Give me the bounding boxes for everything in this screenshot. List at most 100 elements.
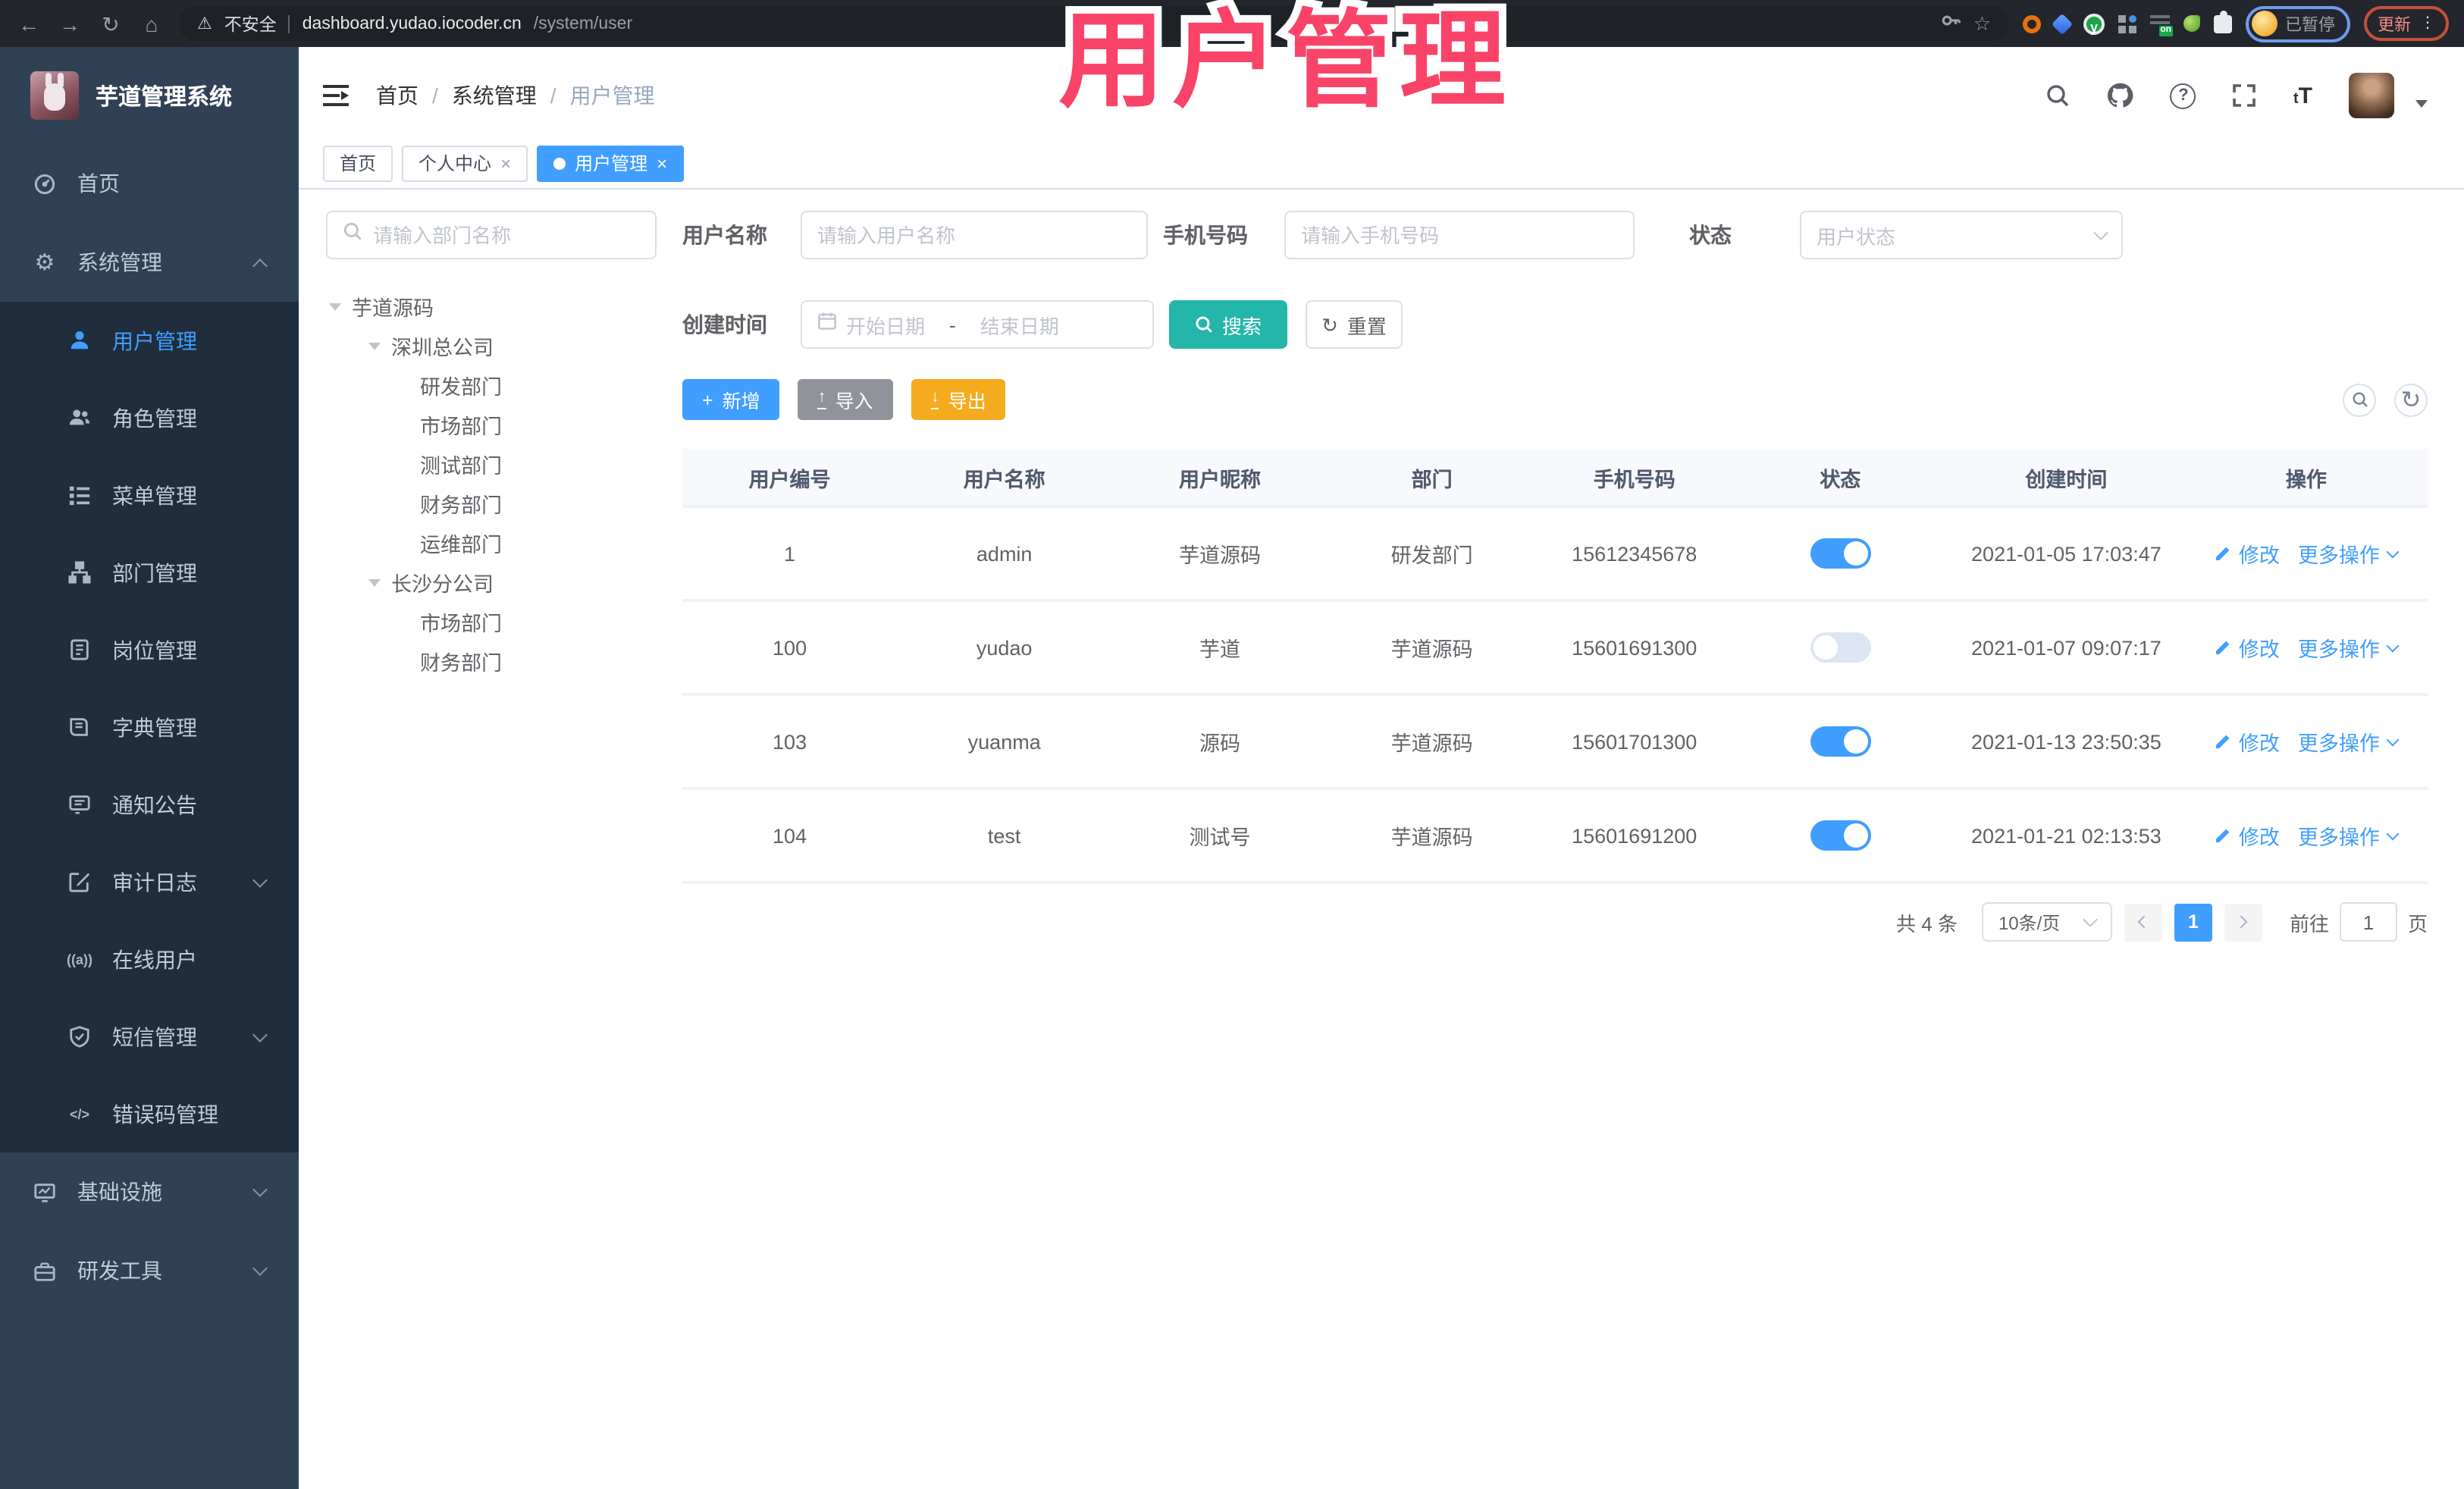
sidebar-item-post-mgmt[interactable]: 岗位管理: [0, 611, 299, 688]
status-select[interactable]: 用户状态: [1800, 211, 2123, 259]
tree-node[interactable]: 财务部门: [326, 484, 657, 523]
url-path[interactable]: /system/user: [534, 14, 632, 33]
modify-link[interactable]: 修改: [2215, 820, 2280, 851]
goto-page-input[interactable]: [2339, 902, 2397, 942]
sidebar-item-online-users[interactable]: ((a)) 在线用户: [0, 920, 299, 998]
url-host[interactable]: dashboard.yudao.iocoder.cn: [303, 14, 522, 33]
status-toggle[interactable]: [1810, 820, 1871, 851]
status-toggle[interactable]: [1810, 726, 1871, 757]
more-actions-link[interactable]: 更多操作: [2298, 632, 2400, 663]
extension-orange-icon[interactable]: [2023, 14, 2041, 33]
caret-down-icon[interactable]: [368, 342, 381, 350]
tree-node[interactable]: 财务部门: [326, 641, 657, 681]
sidebar-item-role-mgmt[interactable]: 角色管理: [0, 379, 299, 456]
date-range-field[interactable]: 开始日期 - 结束日期: [801, 300, 1154, 349]
prev-page-button[interactable]: [2124, 903, 2162, 941]
bookmark-star-icon[interactable]: ☆: [1973, 11, 1991, 36]
sidebar-logo[interactable]: 芋道管理系统: [0, 47, 299, 144]
sidebar-item-dev-tools[interactable]: 研发工具: [0, 1231, 299, 1310]
browser-profile-button[interactable]: 已暂停: [2246, 5, 2350, 42]
caret-down-icon[interactable]: [329, 303, 341, 310]
sidebar-item-dict-mgmt[interactable]: 字典管理: [0, 688, 299, 766]
extension-leaf-icon[interactable]: [2183, 15, 2200, 32]
tree-node[interactable]: 市场部门: [326, 405, 657, 444]
close-icon[interactable]: [500, 152, 511, 174]
date-end-placeholder[interactable]: 结束日期: [980, 310, 1059, 339]
forward-icon[interactable]: →: [56, 13, 83, 34]
tab-user-mgmt[interactable]: 用户管理: [537, 145, 685, 181]
calendar-icon: [817, 311, 837, 338]
font-size-icon[interactable]: tT: [2293, 84, 2312, 107]
tree-node[interactable]: 运维部门: [326, 523, 657, 563]
status-toggle[interactable]: [1810, 538, 1871, 569]
username-field[interactable]: [801, 211, 1148, 259]
search-icon[interactable]: [2046, 83, 2071, 108]
more-actions-link[interactable]: 更多操作: [2298, 538, 2400, 569]
sidebar-item-system[interactable]: ⚙ 系统管理: [0, 223, 299, 302]
sidebar-item-menu-mgmt[interactable]: 菜单管理: [0, 456, 299, 534]
tab-profile[interactable]: 个人中心: [402, 145, 528, 181]
extensions-puzzle-icon[interactable]: [2214, 10, 2232, 33]
cell-dept: 芋道源码: [1390, 732, 1473, 755]
sidebar-item-dept-mgmt[interactable]: 部门管理: [0, 534, 299, 611]
home-icon[interactable]: ⌂: [138, 13, 165, 34]
reload-icon[interactable]: ↻: [97, 13, 124, 34]
password-key-icon[interactable]: [1942, 10, 1961, 37]
modify-link[interactable]: 修改: [2215, 726, 2280, 757]
tree-node[interactable]: 市场部门: [326, 602, 657, 641]
sidebar-item-notice[interactable]: 通知公告: [0, 766, 299, 843]
sidebar-item-error-code[interactable]: </> 错误码管理: [0, 1075, 299, 1152]
close-icon[interactable]: [657, 152, 667, 174]
dept-search-input[interactable]: [373, 224, 640, 246]
tab-home[interactable]: 首页: [323, 145, 393, 181]
more-actions-link[interactable]: 更多操作: [2298, 820, 2400, 851]
tree-node[interactable]: 芋道源码: [326, 287, 657, 326]
sidebar-item-infrastructure[interactable]: 基础设施: [0, 1152, 299, 1231]
sidebar-item-audit-log[interactable]: 审计日志: [0, 843, 299, 920]
extension-list-icon[interactable]: on: [2150, 14, 2173, 36]
tree-node[interactable]: 测试部门: [326, 444, 657, 484]
reset-button[interactable]: ↻ 重置: [1306, 300, 1403, 349]
github-icon[interactable]: [2107, 82, 2134, 109]
sidebar-item-sms-mgmt[interactable]: 短信管理: [0, 998, 299, 1075]
add-button[interactable]: + 新增: [682, 379, 780, 420]
fullscreen-icon[interactable]: [2233, 83, 2257, 108]
import-button[interactable]: ↑ 导入: [798, 379, 893, 420]
breadcrumb-home[interactable]: 首页: [376, 80, 419, 111]
browser-update-menu-button[interactable]: 更新 ⋮: [2364, 6, 2449, 41]
security-label[interactable]: 不安全: [224, 11, 277, 36]
address-bar[interactable]: ⚠ 不安全 dashboard.yudao.iocoder.cn /system…: [179, 6, 2009, 41]
search-button[interactable]: 搜索: [1169, 300, 1287, 349]
mobile-field[interactable]: [1284, 211, 1635, 259]
download-icon: ↓: [930, 389, 939, 409]
sidebar-item-home[interactable]: 首页: [0, 144, 299, 223]
collapse-sidebar-icon[interactable]: [323, 85, 349, 106]
page-1-button[interactable]: 1: [2174, 903, 2212, 941]
avatar-caret-icon[interactable]: [2415, 99, 2428, 107]
tree-node[interactable]: 深圳总公司: [326, 326, 657, 365]
modify-link[interactable]: 修改: [2215, 538, 2280, 569]
help-icon[interactable]: ?: [2170, 83, 2196, 108]
extension-gem-icon[interactable]: [2051, 12, 2074, 35]
modify-link[interactable]: 修改: [2215, 632, 2280, 663]
extension-grid-icon[interactable]: [2118, 14, 2136, 33]
toggle-search-icon[interactable]: [2343, 383, 2376, 416]
status-toggle[interactable]: [1810, 632, 1871, 663]
next-page-button[interactable]: [2224, 903, 2262, 941]
caret-down-icon[interactable]: [368, 578, 381, 586]
tree-node[interactable]: 研发部门: [326, 365, 657, 405]
page-size-select[interactable]: 10条/页: [1981, 902, 2112, 942]
user-avatar[interactable]: [2349, 73, 2394, 118]
export-button[interactable]: ↓ 导出: [911, 379, 1006, 420]
back-icon[interactable]: ←: [15, 13, 42, 34]
breadcrumb-section[interactable]: 系统管理: [452, 80, 537, 111]
refresh-table-icon[interactable]: ↻: [2394, 383, 2428, 416]
username-input[interactable]: [817, 224, 1131, 246]
more-actions-link[interactable]: 更多操作: [2298, 726, 2400, 757]
tree-node[interactable]: 长沙分公司: [326, 563, 657, 602]
dept-search-box[interactable]: [326, 211, 657, 259]
sidebar-item-user-mgmt[interactable]: 用户管理: [0, 302, 299, 379]
date-start-placeholder[interactable]: 开始日期: [846, 310, 925, 339]
mobile-input[interactable]: [1301, 224, 1618, 246]
extension-green-icon[interactable]: y: [2083, 13, 2105, 34]
